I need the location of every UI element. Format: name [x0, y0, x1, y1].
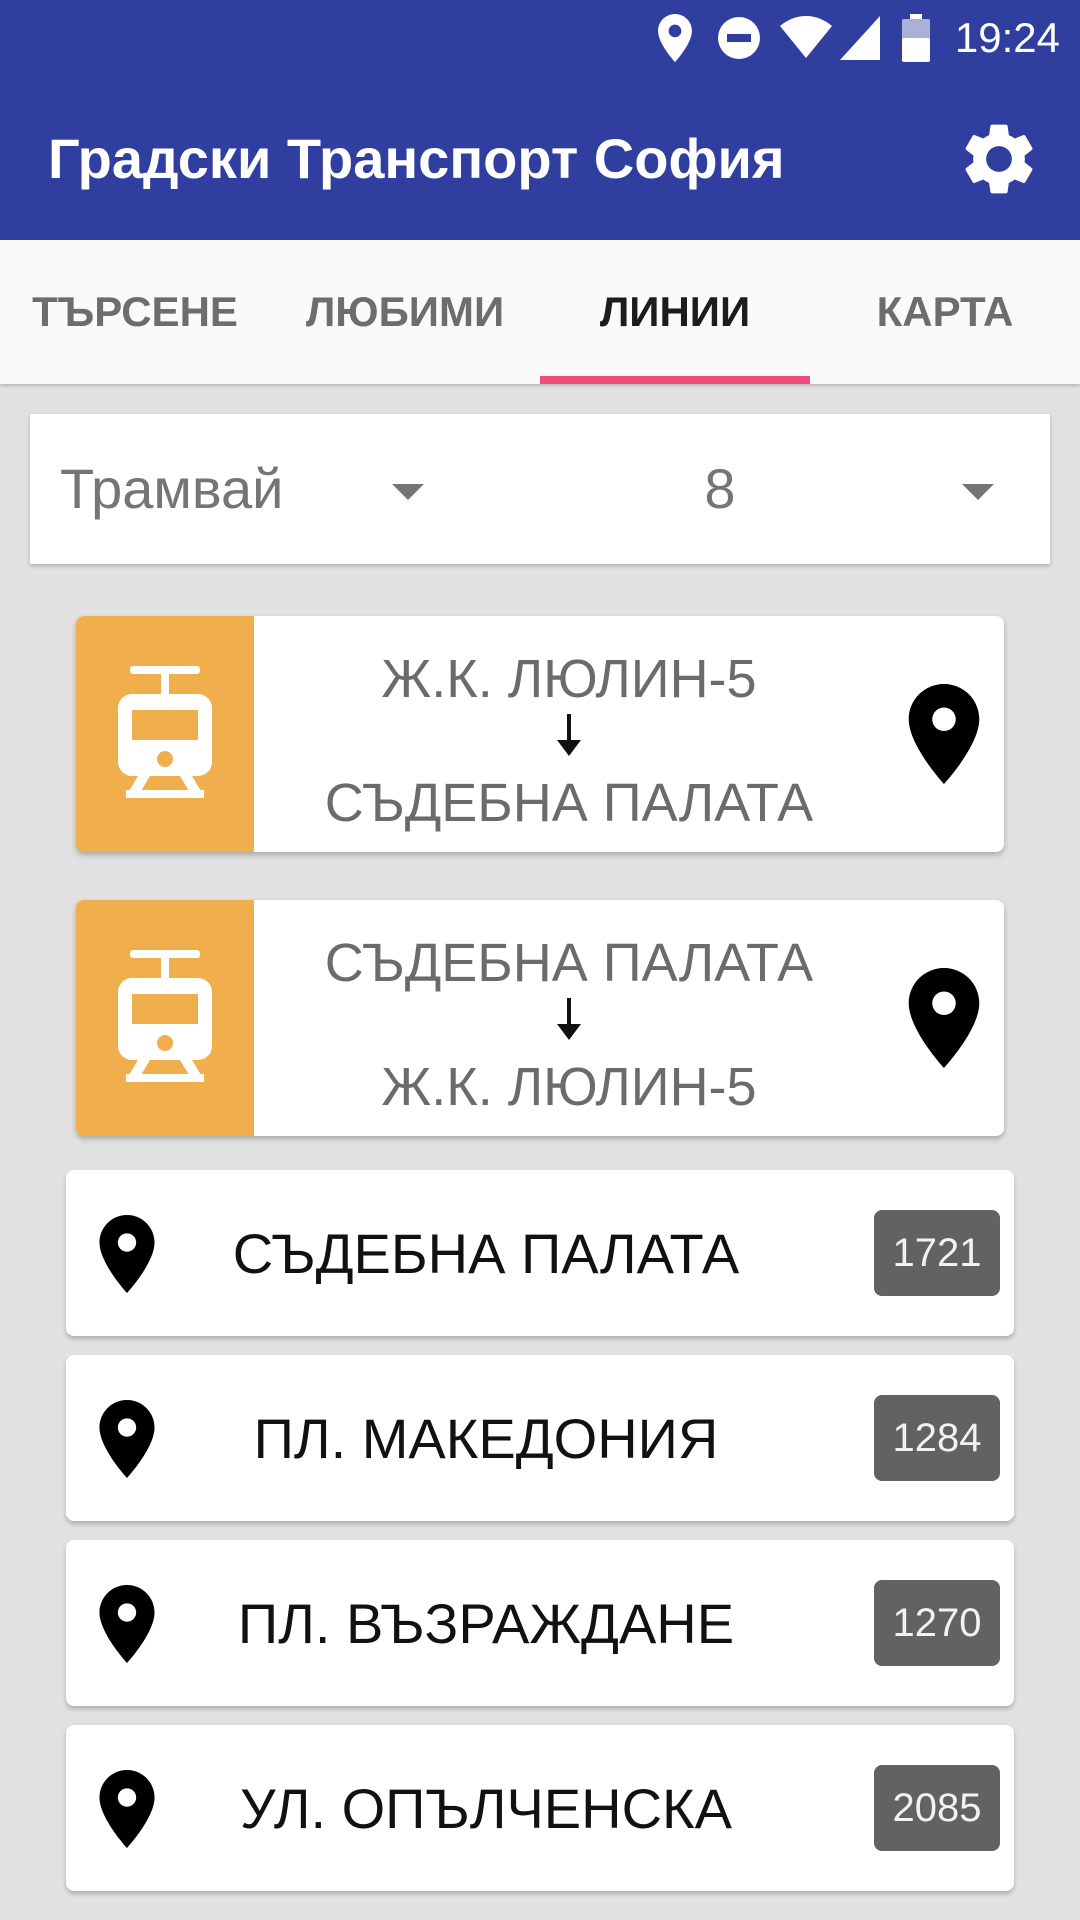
direction-from: Ж.К. ЛЮЛИН-5: [381, 649, 757, 709]
direction-card[interactable]: СЪДЕБНА ПАЛАТА Ж.К. ЛЮЛИН-5: [76, 900, 1004, 1136]
direction-to: СЪДЕБНА ПАЛАТА: [324, 773, 814, 833]
transport-type-dropdown[interactable]: Трамвай: [60, 454, 283, 524]
tab-map[interactable]: КАРТА: [810, 240, 1080, 384]
line-selector-card: Трамвай 8: [30, 414, 1050, 564]
map-pin-icon[interactable]: [98, 1770, 156, 1848]
chevron-down-icon[interactable]: [392, 484, 424, 500]
chevron-down-icon[interactable]: [962, 484, 994, 500]
active-tab-indicator: [540, 376, 810, 384]
arrow-down-icon: [557, 998, 581, 1040]
tab-bar: ТЪРСЕНЕ ЛЮБИМИ ЛИНИИ КАРТА: [0, 240, 1080, 384]
direction-to: Ж.К. ЛЮЛИН-5: [381, 1057, 757, 1117]
stop-name: ПЛ. МАКЕДОНИЯ: [253, 1406, 719, 1470]
stop-code-badge: 1284: [874, 1395, 1000, 1481]
map-pin-icon[interactable]: [98, 1400, 156, 1478]
map-pin-icon[interactable]: [908, 684, 980, 784]
stop-list-item[interactable]: ПЛ. МАКЕДОНИЯ 1284: [66, 1355, 1014, 1521]
battery-icon: [902, 14, 930, 62]
tab-search[interactable]: ТЪРСЕНЕ: [0, 240, 270, 384]
stop-name: СЪДЕБНА ПАЛАТА: [232, 1221, 740, 1285]
stop-name: ПЛ. ВЪЗРАЖДАНЕ: [237, 1591, 735, 1655]
arrow-down-icon: [557, 714, 581, 756]
stop-list-item[interactable]: УЛ. ОПЪЛЧЕНСКА 2085: [66, 1725, 1014, 1891]
stop-name: УЛ. ОПЪЛЧЕНСКА: [240, 1776, 732, 1840]
tab-favorites[interactable]: ЛЮБИМИ: [270, 240, 540, 384]
status-bar: 19:24: [0, 0, 1080, 75]
tram-badge: [76, 900, 254, 1136]
stop-code-badge: 2085: [874, 1765, 1000, 1851]
map-pin-icon[interactable]: [98, 1585, 156, 1663]
tab-lines[interactable]: ЛИНИИ: [540, 240, 810, 384]
wifi-icon: [780, 16, 832, 58]
direction-route: СЪДЕБНА ПАЛАТА Ж.К. ЛЮЛИН-5: [254, 900, 884, 1136]
stop-list-item[interactable]: ПЛ. ВЪЗРАЖДАНЕ 1270: [66, 1540, 1014, 1706]
direction-route: Ж.К. ЛЮЛИН-5 СЪДЕБНА ПАЛАТА: [254, 616, 884, 852]
map-pin-icon[interactable]: [98, 1215, 156, 1293]
do-not-disturb-icon: [718, 17, 760, 59]
line-number-dropdown[interactable]: 8: [670, 454, 770, 524]
stop-code-badge: 1721: [874, 1210, 1000, 1296]
direction-card[interactable]: Ж.К. ЛЮЛИН-5 СЪДЕБНА ПАЛАТА: [76, 616, 1004, 852]
tram-badge: [76, 616, 254, 852]
clock: 19:24: [954, 14, 1060, 61]
map-pin-icon[interactable]: [908, 968, 980, 1068]
tram-icon: [118, 950, 212, 1082]
cell-signal-icon: [840, 16, 880, 60]
direction-from: СЪДЕБНА ПАЛАТА: [324, 933, 814, 993]
stop-code-badge: 1270: [874, 1580, 1000, 1666]
location-icon: [658, 14, 692, 62]
gear-icon[interactable]: [956, 116, 1042, 202]
tram-icon: [118, 666, 212, 798]
stop-list-item[interactable]: СЪДЕБНА ПАЛАТА 1721: [66, 1170, 1014, 1336]
app-title: Градски Транспорт София: [48, 127, 785, 190]
app-bar: 19:24 Градски Транспорт София: [0, 0, 1080, 240]
